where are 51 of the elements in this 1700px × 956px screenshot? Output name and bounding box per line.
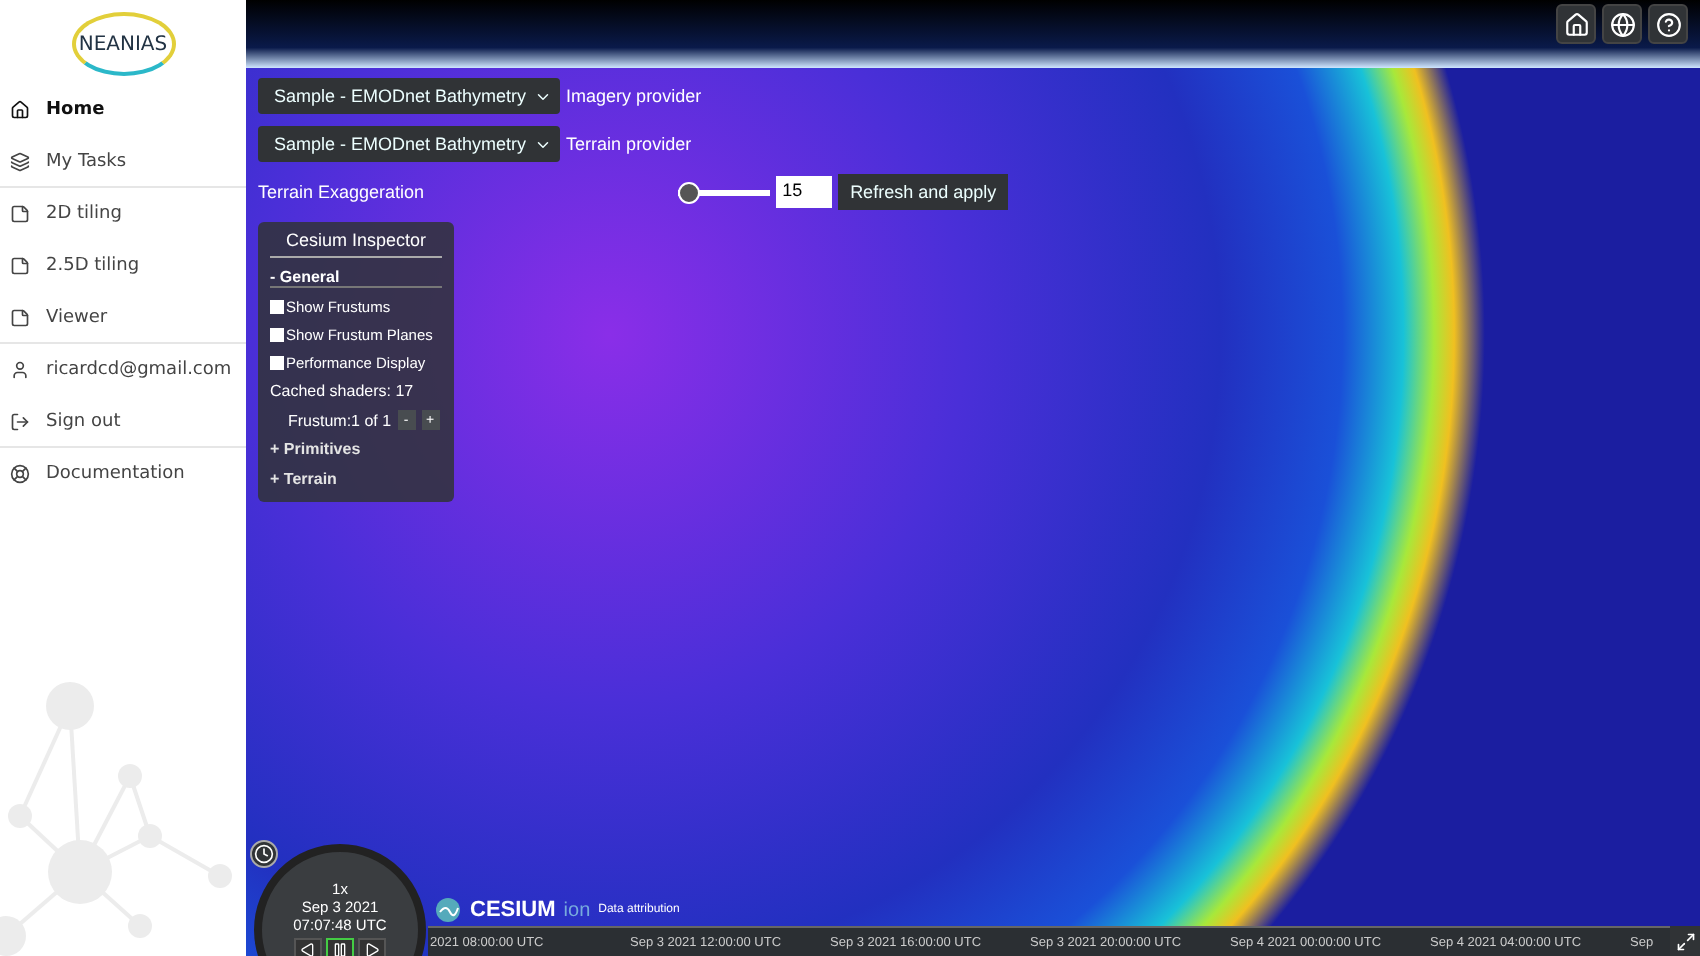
sidebar-item[interactable]: Home — [0, 84, 246, 136]
globe-button[interactable] — [1602, 4, 1642, 44]
pause-icon — [332, 942, 348, 956]
provider-label: Imagery provider — [566, 86, 702, 106]
clock-icon — [254, 844, 274, 864]
inspector-title: Cesium Inspector — [270, 230, 442, 258]
fullscreen-button[interactable] — [1670, 926, 1700, 956]
sign-out-icon — [10, 411, 30, 431]
reverse-icon — [300, 942, 316, 956]
home-button[interactable] — [1556, 4, 1596, 44]
layers-icon — [10, 151, 30, 171]
exaggeration-label: Terrain Exaggeration — [258, 182, 425, 202]
section-toggle[interactable]: + Terrain — [270, 470, 442, 490]
checkbox[interactable] — [270, 300, 284, 314]
user-icon — [10, 360, 30, 380]
provider-dropdown[interactable]: Sample - EMODnet Bathymetry — [258, 78, 561, 114]
cesium-wordmark: CESIUM — [470, 898, 556, 922]
sidebar-item[interactable]: 2D tiling — [0, 188, 246, 240]
ion-wordmark: ion — [563, 899, 591, 921]
note-icon — [10, 307, 30, 327]
sidebar-item[interactable]: 2.5D tiling — [0, 240, 246, 292]
neanias-logo: NEANIAS — [71, 12, 175, 76]
play-icon — [364, 942, 380, 956]
checkbox[interactable] — [270, 328, 284, 342]
reverse-button[interactable] — [294, 938, 322, 956]
help-icon — [1655, 11, 1681, 37]
cesium-logo-icon — [434, 896, 462, 924]
note-icon — [10, 204, 30, 224]
help-button[interactable] — [1648, 4, 1688, 44]
slider-thumb[interactable] — [678, 181, 701, 203]
sidebar-item[interactable]: Documentation — [0, 448, 246, 500]
frustum-text: Frustum:1 of 1 — [288, 411, 392, 429]
globe-icon — [1609, 11, 1635, 37]
exaggeration-input[interactable]: 15 — [776, 176, 833, 208]
checkbox[interactable] — [270, 356, 284, 370]
refresh-button[interactable]: Refresh and apply — [838, 174, 1009, 210]
home-icon — [1563, 11, 1589, 37]
clock-button[interactable] — [250, 840, 278, 868]
bathymetry-map-view[interactable] — [246, 0, 1700, 956]
provider-dropdown[interactable]: Sample - EMODnet Bathymetry — [258, 126, 561, 162]
cached-shaders-text: Cached shaders: 17 — [270, 382, 416, 400]
play-button[interactable] — [358, 938, 386, 956]
note-icon — [10, 256, 30, 276]
provider-label: Terrain provider — [566, 134, 692, 154]
pause-button[interactable] — [326, 938, 354, 956]
section-toggle[interactable]: + Primitives — [270, 440, 442, 460]
sidebar-item[interactable]: ricardcd@gmail.com — [0, 344, 246, 396]
section-toggle[interactable]: - General — [270, 268, 442, 288]
lifebuoy-icon — [10, 464, 30, 484]
home-icon — [10, 100, 30, 120]
expand-icon — [1675, 931, 1695, 951]
